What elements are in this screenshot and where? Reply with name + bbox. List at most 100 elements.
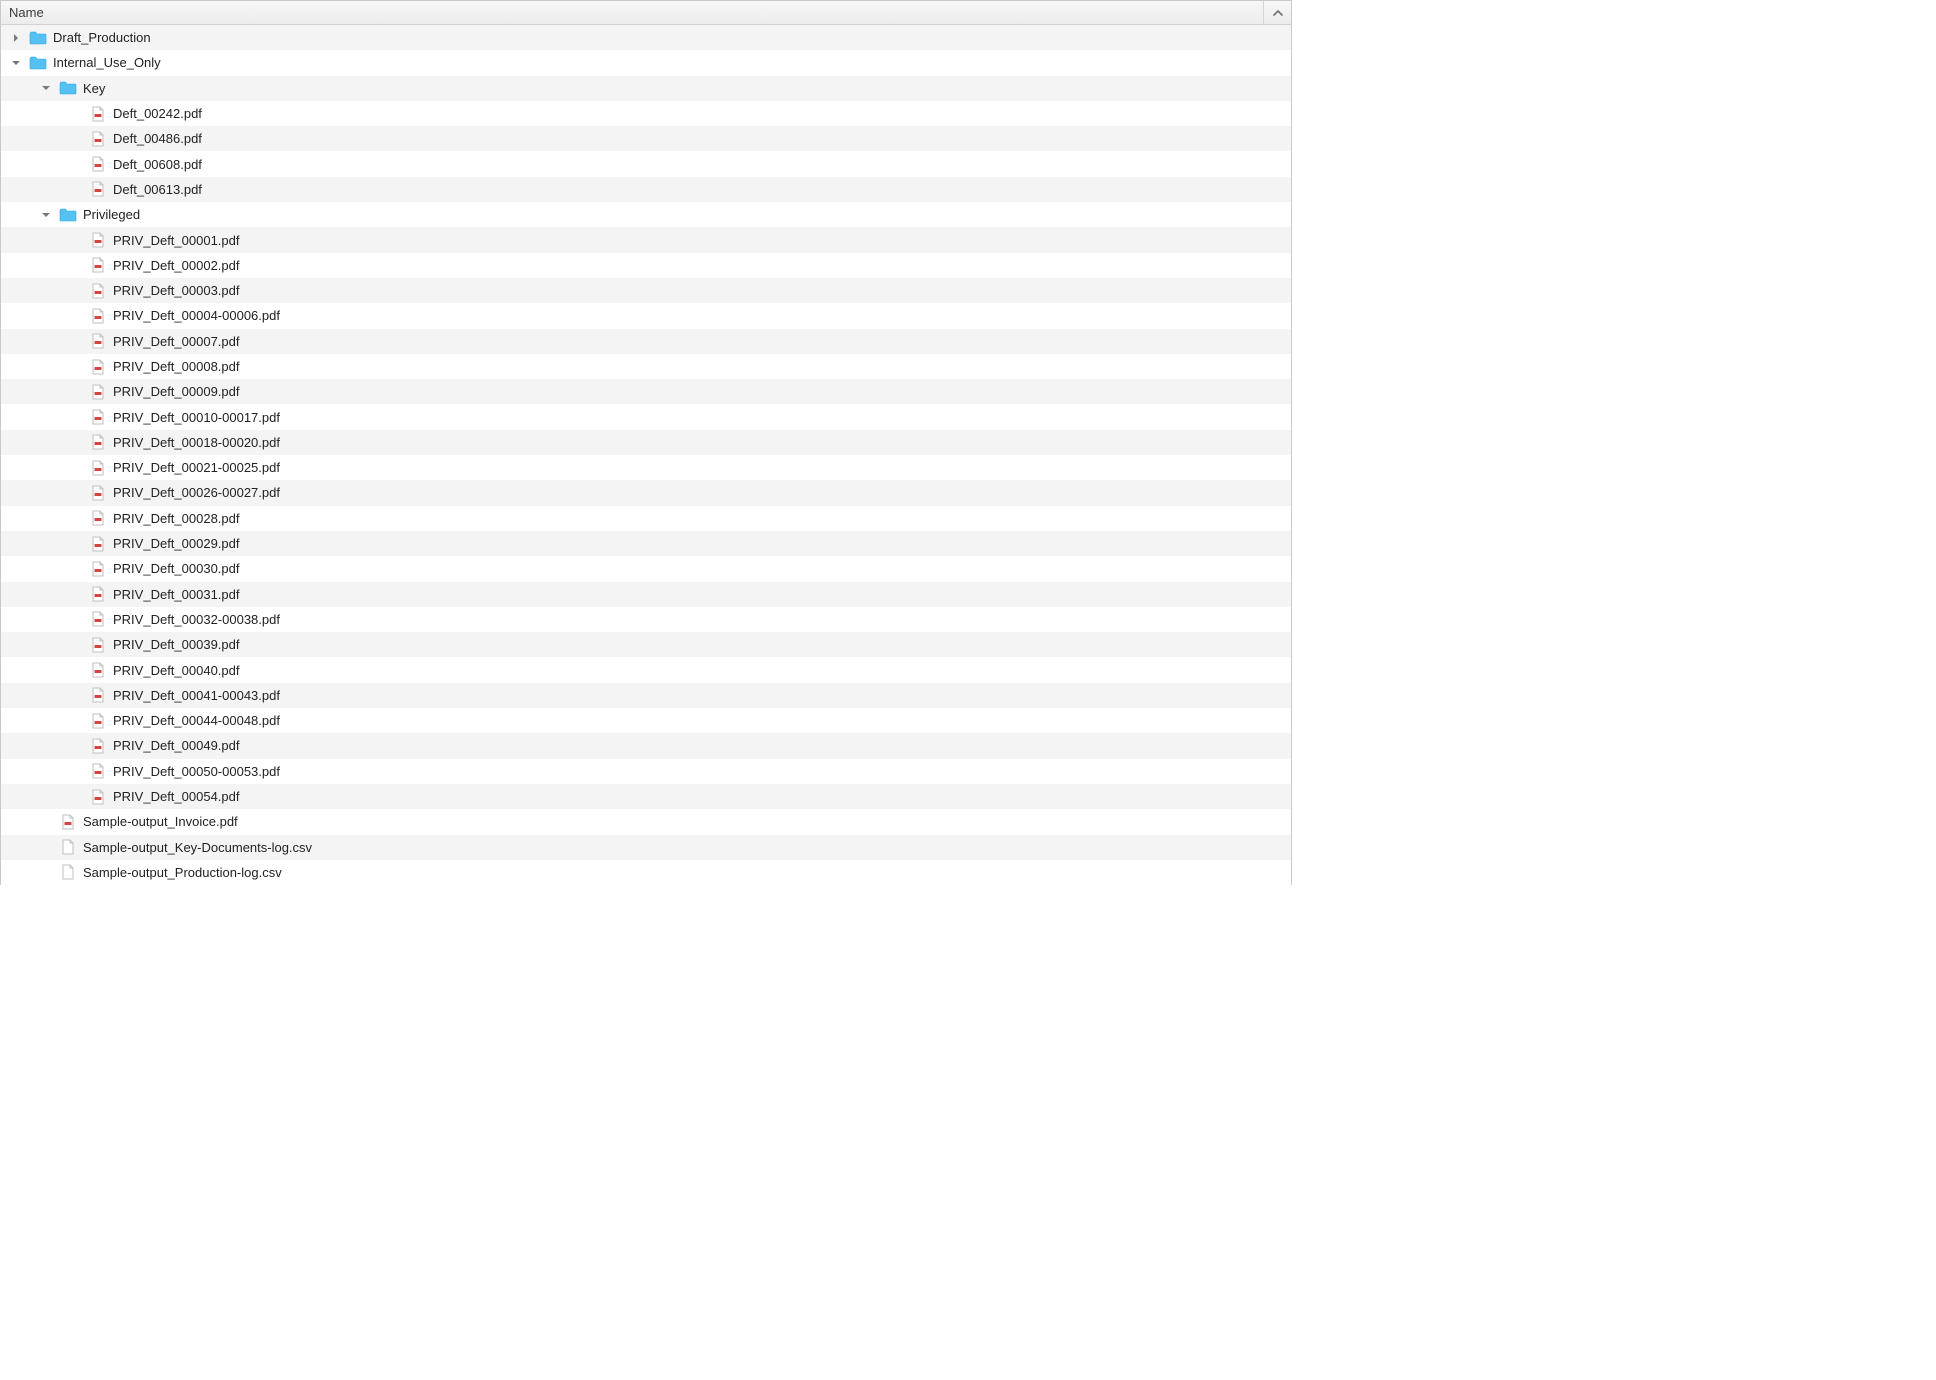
file-name: Deft_00608.pdf xyxy=(113,157,202,172)
pdf-file-icon xyxy=(89,536,107,552)
tree-file-row[interactable]: PRIV_Deft_00002.pdf xyxy=(1,253,1291,278)
file-name: Sample-output_Production-log.csv xyxy=(83,865,282,880)
pdf-file-icon xyxy=(89,637,107,653)
column-header-name-label: Name xyxy=(9,5,44,20)
column-header-row: Name xyxy=(1,1,1291,25)
folder-name: Privileged xyxy=(83,207,140,222)
folder-icon xyxy=(29,30,47,46)
tree-file-row[interactable]: PRIV_Deft_00039.pdf xyxy=(1,632,1291,657)
tree-file-row[interactable]: PRIV_Deft_00044-00048.pdf xyxy=(1,708,1291,733)
file-name: PRIV_Deft_00008.pdf xyxy=(113,359,239,374)
file-name: Sample-output_Invoice.pdf xyxy=(83,814,238,829)
file-name: PRIV_Deft_00007.pdf xyxy=(113,334,239,349)
tree-file-row[interactable]: Sample-output_Key-Documents-log.csv xyxy=(1,835,1291,860)
file-name: Deft_00242.pdf xyxy=(113,106,202,121)
file-name: Deft_00613.pdf xyxy=(113,182,202,197)
pdf-file-icon xyxy=(89,409,107,425)
tree-file-row[interactable]: PRIV_Deft_00049.pdf xyxy=(1,733,1291,758)
file-name: PRIV_Deft_00021-00025.pdf xyxy=(113,460,280,475)
file-name: PRIV_Deft_00010-00017.pdf xyxy=(113,410,280,425)
tree-file-row[interactable]: Sample-output_Production-log.csv xyxy=(1,860,1291,885)
tree-file-row[interactable]: PRIV_Deft_00041-00043.pdf xyxy=(1,683,1291,708)
chevron-up-icon xyxy=(1273,8,1283,18)
pdf-file-icon xyxy=(89,510,107,526)
file-icon xyxy=(59,864,77,880)
column-header-name[interactable]: Name xyxy=(1,5,1263,20)
pdf-file-icon xyxy=(89,232,107,248)
file-name: PRIV_Deft_00018-00020.pdf xyxy=(113,435,280,450)
pdf-file-icon xyxy=(89,687,107,703)
tree-file-row[interactable]: PRIV_Deft_00007.pdf xyxy=(1,329,1291,354)
file-name: PRIV_Deft_00032-00038.pdf xyxy=(113,612,280,627)
file-icon xyxy=(59,839,77,855)
tree-file-row[interactable]: PRIV_Deft_00030.pdf xyxy=(1,556,1291,581)
tree-file-row[interactable]: Deft_00613.pdf xyxy=(1,177,1291,202)
file-name: PRIV_Deft_00028.pdf xyxy=(113,511,239,526)
pdf-file-icon xyxy=(89,308,107,324)
pdf-file-icon xyxy=(89,763,107,779)
disclosure-triangle[interactable] xyxy=(39,208,53,222)
tree-folder-row[interactable]: Key xyxy=(1,76,1291,101)
pdf-file-icon xyxy=(89,131,107,147)
tree-file-row[interactable]: PRIV_Deft_00018-00020.pdf xyxy=(1,430,1291,455)
file-name: PRIV_Deft_00054.pdf xyxy=(113,789,239,804)
tree-file-row[interactable]: Deft_00486.pdf xyxy=(1,126,1291,151)
pdf-file-icon xyxy=(89,384,107,400)
folder-icon xyxy=(59,80,77,96)
tree-folder-row[interactable]: Privileged xyxy=(1,202,1291,227)
tree-file-row[interactable]: PRIV_Deft_00004-00006.pdf xyxy=(1,303,1291,328)
file-name: PRIV_Deft_00031.pdf xyxy=(113,587,239,602)
tree-file-row[interactable]: PRIV_Deft_00010-00017.pdf xyxy=(1,404,1291,429)
tree-file-row[interactable]: PRIV_Deft_00028.pdf xyxy=(1,506,1291,531)
file-tree-panel: Name Draft_Production Internal_Use_Only Ke… xyxy=(0,0,1292,885)
tree-file-row[interactable]: PRIV_Deft_00026-00027.pdf xyxy=(1,480,1291,505)
tree-file-row[interactable]: PRIV_Deft_00029.pdf xyxy=(1,531,1291,556)
pdf-file-icon xyxy=(89,485,107,501)
pdf-file-icon xyxy=(89,156,107,172)
disclosure-triangle[interactable] xyxy=(9,56,23,70)
tree-file-row[interactable]: PRIV_Deft_00040.pdf xyxy=(1,657,1291,682)
tree-file-row[interactable]: PRIV_Deft_00021-00025.pdf xyxy=(1,455,1291,480)
pdf-file-icon xyxy=(89,586,107,602)
pdf-file-icon xyxy=(59,814,77,830)
file-name: PRIV_Deft_00030.pdf xyxy=(113,561,239,576)
sort-indicator[interactable] xyxy=(1263,1,1291,24)
tree-file-row[interactable]: PRIV_Deft_00003.pdf xyxy=(1,278,1291,303)
file-name: Sample-output_Key-Documents-log.csv xyxy=(83,840,312,855)
pdf-file-icon xyxy=(89,181,107,197)
file-name: PRIV_Deft_00003.pdf xyxy=(113,283,239,298)
pdf-file-icon xyxy=(89,611,107,627)
tree-file-row[interactable]: PRIV_Deft_00050-00053.pdf xyxy=(1,759,1291,784)
tree-file-row[interactable]: PRIV_Deft_00009.pdf xyxy=(1,379,1291,404)
disclosure-triangle[interactable] xyxy=(9,31,23,45)
folder-icon xyxy=(59,207,77,223)
file-name: PRIV_Deft_00002.pdf xyxy=(113,258,239,273)
tree-file-row[interactable]: PRIV_Deft_00031.pdf xyxy=(1,582,1291,607)
tree-file-row[interactable]: PRIV_Deft_00032-00038.pdf xyxy=(1,607,1291,632)
pdf-file-icon xyxy=(89,106,107,122)
tree-file-row[interactable]: Deft_00242.pdf xyxy=(1,101,1291,126)
pdf-file-icon xyxy=(89,738,107,754)
file-name: PRIV_Deft_00044-00048.pdf xyxy=(113,713,280,728)
pdf-file-icon xyxy=(89,434,107,450)
file-name: PRIV_Deft_00049.pdf xyxy=(113,738,239,753)
file-name: PRIV_Deft_00029.pdf xyxy=(113,536,239,551)
file-name: PRIV_Deft_00040.pdf xyxy=(113,663,239,678)
file-name: PRIV_Deft_00050-00053.pdf xyxy=(113,764,280,779)
disclosure-triangle[interactable] xyxy=(39,81,53,95)
pdf-file-icon xyxy=(89,257,107,273)
pdf-file-icon xyxy=(89,460,107,476)
folder-name: Internal_Use_Only xyxy=(53,55,161,70)
tree-folder-row[interactable]: Draft_Production xyxy=(1,25,1291,50)
tree-file-row[interactable]: Deft_00608.pdf xyxy=(1,151,1291,176)
tree-folder-row[interactable]: Internal_Use_Only xyxy=(1,50,1291,75)
tree-file-row[interactable]: PRIV_Deft_00054.pdf xyxy=(1,784,1291,809)
file-name: PRIV_Deft_00026-00027.pdf xyxy=(113,485,280,500)
tree-file-row[interactable]: PRIV_Deft_00008.pdf xyxy=(1,354,1291,379)
pdf-file-icon xyxy=(89,283,107,299)
tree-file-row[interactable]: Sample-output_Invoice.pdf xyxy=(1,809,1291,834)
pdf-file-icon xyxy=(89,359,107,375)
file-name: PRIV_Deft_00004-00006.pdf xyxy=(113,308,280,323)
file-name: PRIV_Deft_00041-00043.pdf xyxy=(113,688,280,703)
tree-file-row[interactable]: PRIV_Deft_00001.pdf xyxy=(1,227,1291,252)
